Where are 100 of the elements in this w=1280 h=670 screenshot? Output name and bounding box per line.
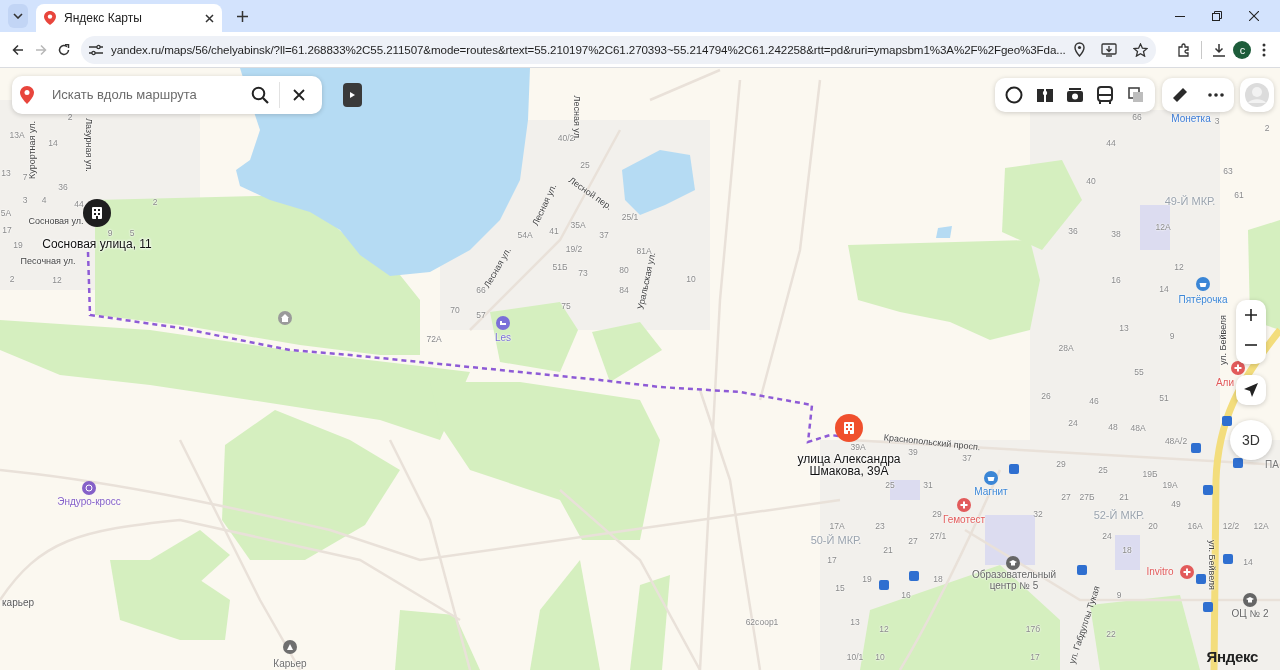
- bus-stop-icon[interactable]: [909, 571, 919, 581]
- place-name[interactable]: Эндуро-кросс: [57, 496, 121, 508]
- house-number: 25: [1098, 465, 1108, 475]
- house-number: 14: [1243, 557, 1253, 567]
- bookmark-button[interactable]: [1132, 42, 1148, 57]
- expand-panel-button[interactable]: [343, 83, 362, 107]
- house-number: 29: [1056, 459, 1066, 469]
- avatar-icon: [1244, 82, 1270, 108]
- location-button[interactable]: [1073, 42, 1085, 57]
- house-number: 5А: [0, 208, 12, 218]
- search-icon: [251, 86, 269, 104]
- house-number: 80: [619, 265, 629, 275]
- house-number: 16: [1111, 275, 1121, 285]
- place-name[interactable]: Али: [1215, 377, 1235, 389]
- ruler-icon: [1172, 87, 1188, 103]
- install-app-button[interactable]: [1100, 42, 1117, 57]
- house-number: 22: [1106, 629, 1116, 639]
- house-number: 44: [1106, 138, 1116, 148]
- house-number: 27Б: [1079, 492, 1095, 502]
- house-number: 35А: [570, 220, 586, 230]
- house-number: 81А: [636, 246, 652, 256]
- house-number: 2: [9, 274, 15, 284]
- house-number: 48А: [1130, 423, 1146, 433]
- house-number: 13: [1, 168, 11, 178]
- house-number: 19: [862, 574, 872, 584]
- district-name: 52-Й МКР.: [1093, 510, 1145, 522]
- house-number: 12А: [1155, 222, 1171, 232]
- close-icon: [205, 13, 214, 23]
- close-icon: [293, 89, 305, 101]
- bus-stop-icon[interactable]: [1009, 464, 1019, 474]
- street-name: Сосновая ул.: [28, 217, 84, 227]
- locate-button[interactable]: [1236, 375, 1266, 405]
- house-number: 16А: [1187, 521, 1203, 531]
- house-number: 57: [476, 310, 486, 320]
- street-name: ул. Бейвеля: [1219, 315, 1229, 365]
- place-name[interactable]: Гемотест: [942, 514, 986, 526]
- minus-icon: [1245, 344, 1257, 346]
- reload-icon: [57, 43, 70, 56]
- bus-stop-icon[interactable]: [1077, 565, 1087, 575]
- place-name[interactable]: Образовательный центр № 5: [959, 569, 1069, 591]
- building-block: [985, 515, 1035, 565]
- circle-icon: [1005, 86, 1024, 104]
- place-name[interactable]: Монетка: [1171, 113, 1211, 125]
- bus-stop-icon[interactable]: [1203, 485, 1213, 495]
- house-number: 20: [1148, 521, 1158, 531]
- place-name[interactable]: Карьер: [273, 658, 307, 670]
- house-number: 40: [1086, 176, 1096, 186]
- close-tab-button[interactable]: [205, 13, 214, 23]
- plus-icon: [1245, 309, 1257, 321]
- district-name: 49-Й МКР.: [1164, 196, 1216, 208]
- house-number: 27/1: [929, 531, 947, 541]
- house-number: 14: [48, 138, 58, 148]
- house-number: 61: [1234, 190, 1244, 200]
- house-number: 19: [13, 240, 23, 250]
- bus-stop-icon[interactable]: [1191, 443, 1201, 453]
- house-number: 2: [152, 197, 158, 207]
- house-number: 75: [561, 301, 571, 311]
- location-pin-icon: [1073, 42, 1085, 57]
- bus-stop-icon[interactable]: [1222, 416, 1232, 426]
- building-icon: [844, 422, 854, 434]
- play-icon: [350, 92, 355, 98]
- house-glyph: [281, 314, 289, 322]
- house-number: 19А: [1162, 480, 1178, 490]
- arrow-left-icon: [11, 43, 24, 56]
- bus-stop-icon[interactable]: [1233, 458, 1243, 468]
- sliders-icon: [89, 43, 103, 56]
- house-number: 9: [1116, 590, 1122, 600]
- place-name[interactable]: Les: [494, 332, 512, 344]
- map-pin-icon: [20, 86, 34, 104]
- restore-icon: [1211, 11, 1222, 21]
- bus-stop-icon[interactable]: [1196, 574, 1206, 584]
- house-number: 18: [933, 574, 943, 584]
- house-number: 14: [1159, 284, 1169, 294]
- building-icon: [92, 207, 102, 219]
- bus-stop-icon[interactable]: [879, 580, 889, 590]
- address-label: улица Александра Шмакова, 39А: [796, 453, 902, 477]
- search-field[interactable]: Искать вдоль маршрута: [12, 76, 322, 114]
- house-number: 17: [827, 555, 837, 565]
- house-number: 15: [835, 583, 845, 593]
- house-number: 37: [599, 230, 609, 240]
- bus-stop-icon[interactable]: [1223, 554, 1233, 564]
- site-info-button[interactable]: [89, 43, 103, 56]
- house-number: 21: [1119, 492, 1129, 502]
- place-name[interactable]: Invitro: [1146, 566, 1174, 578]
- tab-list-button[interactable]: [8, 4, 28, 28]
- district-name: 50-Й МКР.: [810, 535, 862, 547]
- place-name[interactable]: ОЦ № 2: [1231, 608, 1269, 620]
- house-number: 66: [1132, 112, 1142, 122]
- pond: [936, 226, 952, 238]
- more-vertical-icon: [1261, 42, 1266, 57]
- browser-tab[interactable]: Яндекс Карты: [36, 4, 222, 32]
- place-name[interactable]: карьер: [1, 597, 35, 609]
- search-input[interactable]: Искать вдоль маршрута: [50, 84, 240, 106]
- navigation-arrow-icon: [1244, 383, 1258, 397]
- place-name[interactable]: Пятёрочка: [1178, 294, 1228, 306]
- place-name[interactable]: ПА: [1265, 459, 1279, 471]
- house-number: 12: [879, 624, 889, 634]
- house-number: 66: [476, 285, 486, 295]
- place-name[interactable]: Магнит: [974, 486, 1008, 498]
- star-icon: [1132, 42, 1148, 57]
